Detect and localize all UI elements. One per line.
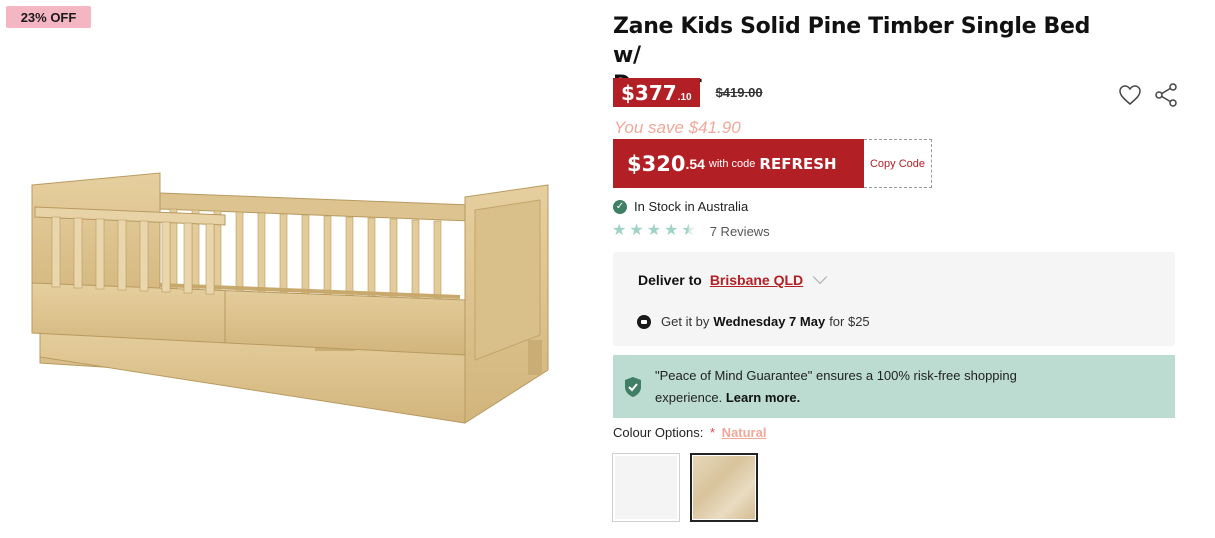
- promo-price-dollars: $320: [627, 151, 686, 176]
- discount-badge: 23% OFF: [6, 6, 91, 28]
- colour-label-text: Colour Options:: [613, 425, 704, 440]
- check-circle-icon: ✓: [613, 199, 627, 214]
- star-icon: ★: [664, 222, 679, 239]
- promo-code-row: $320 .54 with code REFRESH Copy Code: [613, 139, 932, 188]
- delivery-cost: for $25: [829, 314, 870, 329]
- swatch-natural-fill: [693, 456, 755, 519]
- reviews-link[interactable]: 7 Reviews: [710, 224, 770, 239]
- swatch-white-fill: [615, 456, 677, 519]
- stock-text: In Stock in Australia: [634, 199, 749, 214]
- get-it-text: Get it by: [661, 314, 710, 329]
- delivery-panel: Deliver to Brisbane QLD Get it by Wednes…: [613, 252, 1175, 346]
- delivery-estimate: Get it by Wednesday 7 May for $25: [637, 314, 870, 329]
- deliver-to-row: Deliver to Brisbane QLD: [638, 269, 828, 288]
- promo-price-box: $320 .54 with code REFRESH: [613, 139, 864, 188]
- star-icon: ★: [629, 222, 644, 239]
- title-line-1: Zane Kids Solid Pine Timber Single Bed w…: [613, 14, 1091, 68]
- promo-code: REFRESH: [759, 154, 837, 173]
- product-actions: [1118, 83, 1178, 107]
- current-price: $377 .10: [613, 78, 700, 107]
- selected-colour: Natural: [721, 425, 767, 440]
- price-dollars: $377: [621, 81, 677, 105]
- price-cents: .10: [677, 92, 692, 103]
- star-rating: ★ ★ ★ ★ ★: [612, 222, 696, 240]
- stock-status: ✓ In Stock in Australia: [613, 199, 748, 214]
- colour-swatches: [612, 453, 758, 522]
- swatch-white[interactable]: [612, 453, 680, 522]
- swatch-natural[interactable]: [690, 453, 758, 522]
- star-icon: ★: [646, 222, 662, 239]
- delivery-location-link[interactable]: Brisbane QLD: [710, 272, 803, 288]
- you-save-text: You save $41.90: [614, 118, 741, 137]
- promo-with-text: with code: [708, 157, 756, 170]
- guarantee-message: "Peace of Mind Guarantee" ensures a 100%…: [655, 367, 1017, 405]
- price-row: $377 .10 $419.00: [613, 78, 763, 107]
- chevron-down-icon[interactable]: [813, 269, 828, 285]
- shield-check-icon: [625, 376, 641, 397]
- colour-options-label: Colour Options: * Natural: [613, 425, 766, 440]
- guarantee-text: "Peace of Mind Guarantee" ensures a 100%…: [655, 365, 1075, 409]
- learn-more-link[interactable]: Learn more.: [726, 390, 800, 405]
- product-image[interactable]: [20, 165, 560, 435]
- guarantee-banner: "Peace of Mind Guarantee" ensures a 100%…: [613, 355, 1175, 418]
- deliver-to-label: Deliver to: [638, 272, 702, 288]
- star-icon: ★: [612, 222, 627, 239]
- original-price: $419.00: [715, 85, 763, 100]
- promo-price-cents: .54: [685, 155, 705, 172]
- truck-icon: [637, 314, 651, 329]
- reviews-summary[interactable]: ★ ★ ★ ★ ★ 7 Reviews: [612, 222, 770, 240]
- required-marker: *: [709, 425, 716, 440]
- share-icon[interactable]: [1154, 83, 1178, 107]
- copy-code-button[interactable]: Copy Code: [864, 139, 932, 188]
- heart-icon[interactable]: [1118, 84, 1142, 106]
- half-star-icon: ★: [681, 222, 696, 239]
- delivery-date: Wednesday 7 May: [713, 314, 826, 329]
